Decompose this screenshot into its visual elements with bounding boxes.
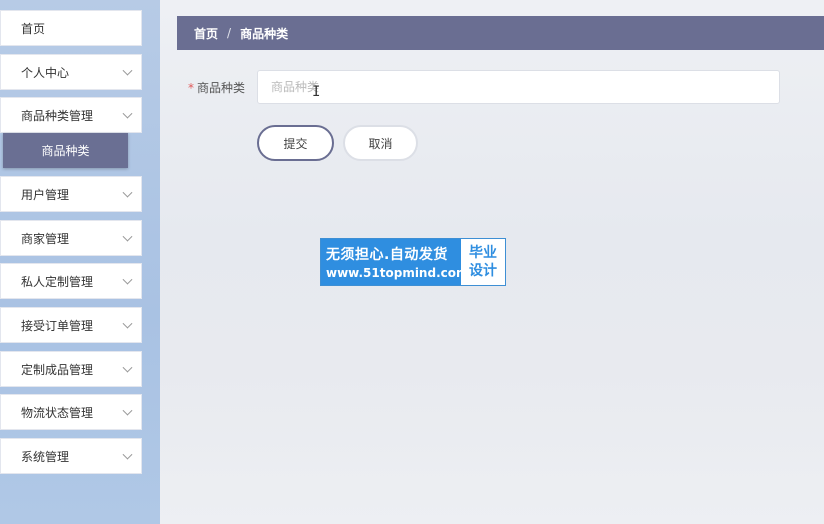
- sidebar-item-label: 商品种类管理: [21, 108, 94, 123]
- sidebar-item-label: 个人中心: [21, 65, 70, 80]
- sidebar-item-label: 商家管理: [21, 231, 70, 246]
- sidebar-item-category-management[interactable]: 商品种类管理: [0, 97, 142, 133]
- sidebar-item-label: 物流状态管理: [21, 405, 94, 420]
- chevron-down-icon: [122, 65, 133, 76]
- chevron-down-icon: [122, 449, 133, 460]
- sidebar-item-system-management[interactable]: 系统管理: [0, 438, 142, 474]
- sidebar-item-order-management[interactable]: 接受订单管理: [0, 307, 142, 343]
- chevron-down-icon: [122, 405, 133, 416]
- required-mark: *: [188, 81, 194, 95]
- sidebar-item-label: 私人定制管理: [21, 274, 94, 289]
- chevron-down-icon: [122, 187, 133, 198]
- sidebar-item-personal-center[interactable]: 个人中心: [0, 54, 142, 90]
- sidebar: 首页 个人中心 商品种类管理 商品种类 用户管理 商家管理 私人定制管理 接受订…: [0, 0, 160, 524]
- watermark-left: 无须担心.自动发货 www.51topmind.com: [321, 239, 469, 285]
- watermark-right: 毕业 设计: [461, 239, 505, 285]
- category-input[interactable]: [257, 70, 780, 104]
- submenu-item-category[interactable]: 商品种类: [3, 133, 128, 168]
- sidebar-item-home[interactable]: 首页: [0, 10, 142, 46]
- chevron-down-icon: [122, 318, 133, 329]
- breadcrumb-home[interactable]: 首页: [194, 25, 218, 42]
- watermark-url: www.51topmind.com: [326, 266, 469, 280]
- chevron-down-icon: [122, 231, 133, 242]
- chevron-down-icon: [122, 362, 133, 373]
- watermark-right-top: 毕业: [469, 245, 497, 261]
- sidebar-item-label: 接受订单管理: [21, 318, 94, 333]
- chevron-down-icon: [122, 274, 133, 285]
- cancel-button[interactable]: 取消: [343, 125, 418, 161]
- chevron-down-icon: [122, 108, 133, 119]
- category-field-label-text: 商品种类: [197, 81, 246, 95]
- submenu-item-label: 商品种类: [41, 144, 90, 158]
- submit-button[interactable]: 提交: [257, 125, 334, 161]
- sidebar-item-user-management[interactable]: 用户管理: [0, 176, 142, 212]
- breadcrumb-separator: /: [227, 26, 232, 40]
- breadcrumb-current: 商品种类: [240, 26, 289, 41]
- sidebar-item-custom-management[interactable]: 私人定制管理: [0, 263, 142, 299]
- watermark-logo: 无须担心.自动发货 www.51topmind.com 毕业 设计: [320, 238, 506, 286]
- sidebar-item-label: 首页: [21, 21, 46, 36]
- sidebar-item-label: 系统管理: [21, 449, 70, 464]
- sidebar-item-merchant-management[interactable]: 商家管理: [0, 220, 142, 256]
- sidebar-item-product-management[interactable]: 定制成品管理: [0, 351, 142, 387]
- category-field-label: * 商品种类: [188, 79, 245, 96]
- breadcrumb: 首页 / 商品种类: [177, 16, 824, 50]
- sidebar-item-logistics-management[interactable]: 物流状态管理: [0, 394, 142, 430]
- watermark-right-bottom: 设计: [469, 263, 497, 279]
- sidebar-item-label: 用户管理: [21, 187, 70, 202]
- text-cursor-icon: I: [312, 84, 321, 100]
- watermark-slogan: 无须担心.自动发货: [326, 247, 448, 263]
- sidebar-item-label: 定制成品管理: [21, 362, 94, 377]
